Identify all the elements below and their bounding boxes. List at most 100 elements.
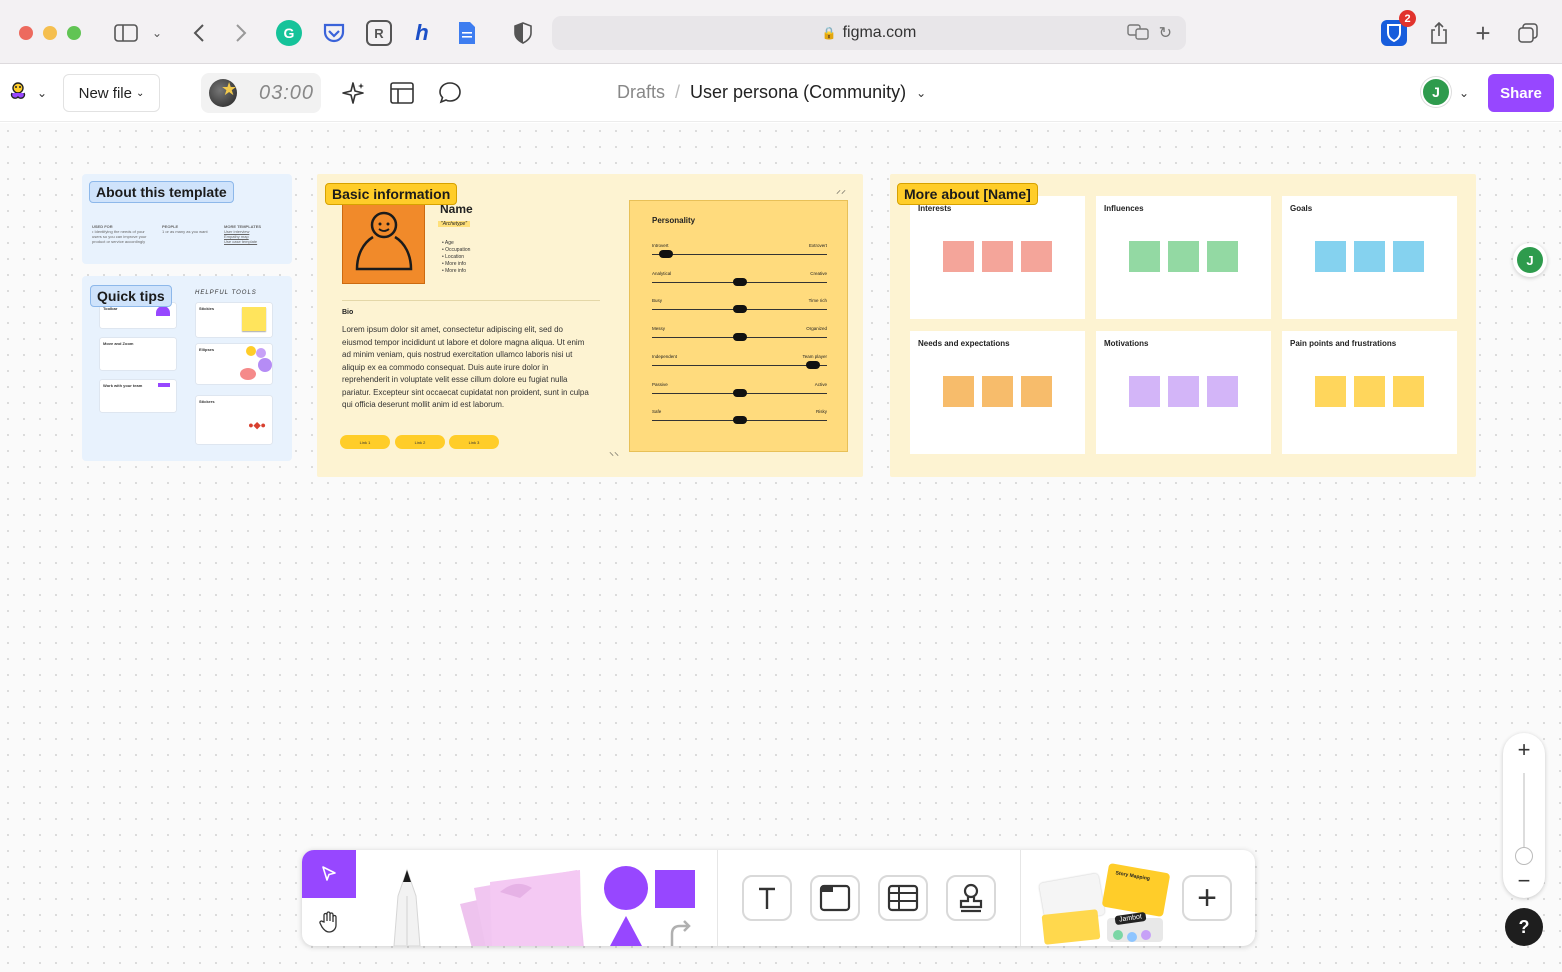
zoom-out-button[interactable]: − <box>1503 868 1545 894</box>
ai-sparkle-icon[interactable] <box>340 80 366 106</box>
collaborator-avatar[interactable]: J <box>1513 243 1547 277</box>
timer-widget[interactable]: ★ 03:00 <box>201 73 321 113</box>
forward-icon[interactable] <box>230 19 252 47</box>
sidebar-toggle-icon[interactable] <box>112 19 140 47</box>
address-bar[interactable]: 🔒 figma.com ↻ <box>552 16 1186 50</box>
personality-panel[interactable]: Personality Introvert Extrovert Analytical… <box>629 200 848 452</box>
widgets-templates-button[interactable]: Story Mapping Jambot <box>1037 860 1171 946</box>
shape-tool-button[interactable] <box>600 866 700 946</box>
sticky-note[interactable] <box>1315 376 1346 407</box>
grammarly-extension-icon[interactable]: G <box>276 20 302 46</box>
about-template-tag[interactable]: About this template <box>89 181 234 203</box>
tool-card[interactable]: Ellipses <box>196 344 272 384</box>
sticky-note[interactable] <box>1021 241 1052 272</box>
link-button[interactable]: Link 2 <box>395 435 445 449</box>
slider-knob[interactable] <box>732 388 747 397</box>
stamp-tool-button[interactable] <box>946 875 996 921</box>
sticky-note[interactable] <box>1315 241 1346 272</box>
template-link[interactable]: Use case template <box>224 239 284 244</box>
template-layout-icon[interactable] <box>389 80 415 106</box>
slider-knob[interactable] <box>732 416 747 425</box>
basic-information-tag[interactable]: Basic information <box>325 183 458 205</box>
avatar[interactable]: J <box>1421 77 1451 107</box>
personality-slider[interactable]: Introvert Extrovert <box>652 243 827 263</box>
sticky-note[interactable] <box>1207 241 1238 272</box>
tool-card[interactable]: Stickies <box>196 303 272 337</box>
reload-icon[interactable]: ↻ <box>1159 23 1172 46</box>
shield-icon[interactable] <box>510 20 536 46</box>
new-file-button[interactable]: New file ⌄ <box>63 74 160 112</box>
sticky-note[interactable] <box>1168 376 1199 407</box>
share-button[interactable]: Share <box>1488 74 1554 112</box>
personality-slider[interactable]: Busy Time rich <box>652 298 827 318</box>
figjam-menu-icon[interactable] <box>6 80 30 106</box>
quick-tips-tag[interactable]: Quick tips <box>90 285 172 307</box>
tab-overview-icon[interactable] <box>1515 19 1541 47</box>
canvas[interactable]: USED FOR • Identifying the needs of your… <box>0 123 1562 972</box>
persona-avatar-image[interactable] <box>342 202 425 284</box>
more-about-card[interactable]: Motivations <box>1096 331 1271 454</box>
slider-knob[interactable] <box>732 333 747 342</box>
tool-card[interactable]: Stickers ●◆● <box>196 396 272 444</box>
sticky-note[interactable] <box>1354 241 1385 272</box>
persona-archetype[interactable]: "Archetype" <box>438 221 471 227</box>
basic-information-section[interactable]: Name "Archetype" • Age • Occupation • Lo… <box>317 174 863 477</box>
sticky-note[interactable] <box>1168 241 1199 272</box>
sticky-note[interactable] <box>1207 376 1238 407</box>
zoom-in-button[interactable]: + <box>1503 737 1545 763</box>
more-about-card[interactable]: Interests <box>910 196 1085 319</box>
slider-track[interactable] <box>652 364 827 366</box>
link-button[interactable]: Link 1 <box>340 435 390 449</box>
file-name[interactable]: User persona (Community) <box>690 82 906 103</box>
slider-knob[interactable] <box>659 250 673 258</box>
readwise-extension-icon[interactable]: R <box>366 20 392 46</box>
chevron-down-icon[interactable]: ⌄ <box>32 80 52 106</box>
sticky-note[interactable] <box>982 241 1013 272</box>
chevron-down-icon[interactable]: ⌄ <box>916 86 926 100</box>
help-button[interactable]: ? <box>1505 908 1543 946</box>
sticky-note[interactable] <box>982 376 1013 407</box>
pocket-extension-icon[interactable] <box>321 20 347 46</box>
tip-card[interactable]: Move and Zoom <box>100 338 176 370</box>
text-tool-button[interactable] <box>742 875 792 921</box>
personality-slider[interactable]: Passive Active <box>652 382 827 402</box>
chevron-down-icon[interactable]: ⌄ <box>1455 80 1473 106</box>
sticky-note[interactable] <box>1393 376 1424 407</box>
more-about-card[interactable]: Goals <box>1282 196 1457 319</box>
maximize-window-button[interactable] <box>67 26 81 40</box>
minimize-window-button[interactable] <box>43 26 57 40</box>
select-tool-button[interactable] <box>302 850 356 898</box>
tip-card[interactable]: Work with your team <box>100 380 176 412</box>
back-icon[interactable] <box>188 19 210 47</box>
zoom-slider-track[interactable] <box>1523 773 1525 853</box>
sticky-note[interactable] <box>1021 376 1052 407</box>
more-tools-button[interactable]: + <box>1182 875 1232 921</box>
more-about-tag[interactable]: More about [Name] <box>897 183 1038 205</box>
personality-slider[interactable]: Messy Organized <box>652 326 827 346</box>
new-tab-icon[interactable]: + <box>1470 18 1496 48</box>
sticky-note[interactable] <box>943 241 974 272</box>
more-about-card[interactable]: Influences <box>1096 196 1271 319</box>
bio-text[interactable]: Lorem ipsum dolor sit amet, consectetur … <box>342 324 592 412</box>
personality-slider[interactable]: Safe Risky <box>652 409 827 429</box>
sticky-note[interactable] <box>943 376 974 407</box>
slider-track[interactable] <box>652 254 827 255</box>
comment-icon[interactable] <box>437 80 463 106</box>
slider-knob[interactable] <box>732 277 747 286</box>
personality-slider[interactable]: Independent Team player <box>652 354 827 374</box>
chevron-down-icon[interactable]: ⌄ <box>148 19 166 47</box>
sticky-note[interactable] <box>1129 241 1160 272</box>
slider-knob[interactable] <box>806 360 820 369</box>
marker-tool-button[interactable] <box>376 866 438 946</box>
more-about-card[interactable]: Pain points and frustrations <box>1282 331 1457 454</box>
share-sheet-icon[interactable] <box>1426 19 1452 47</box>
hypothesis-extension-icon[interactable]: h <box>409 20 435 46</box>
close-window-button[interactable] <box>19 26 33 40</box>
more-about-section[interactable]: Interests Influences Goals Needs and expect… <box>890 174 1476 477</box>
document-extension-icon[interactable] <box>454 20 480 46</box>
more-about-card[interactable]: Needs and expectations <box>910 331 1085 454</box>
slider-knob[interactable] <box>732 305 747 314</box>
personality-slider[interactable]: Analytical Creative <box>652 271 827 291</box>
link-button[interactable]: Link 3 <box>449 435 499 449</box>
sticky-note-tool-button[interactable] <box>452 868 587 946</box>
